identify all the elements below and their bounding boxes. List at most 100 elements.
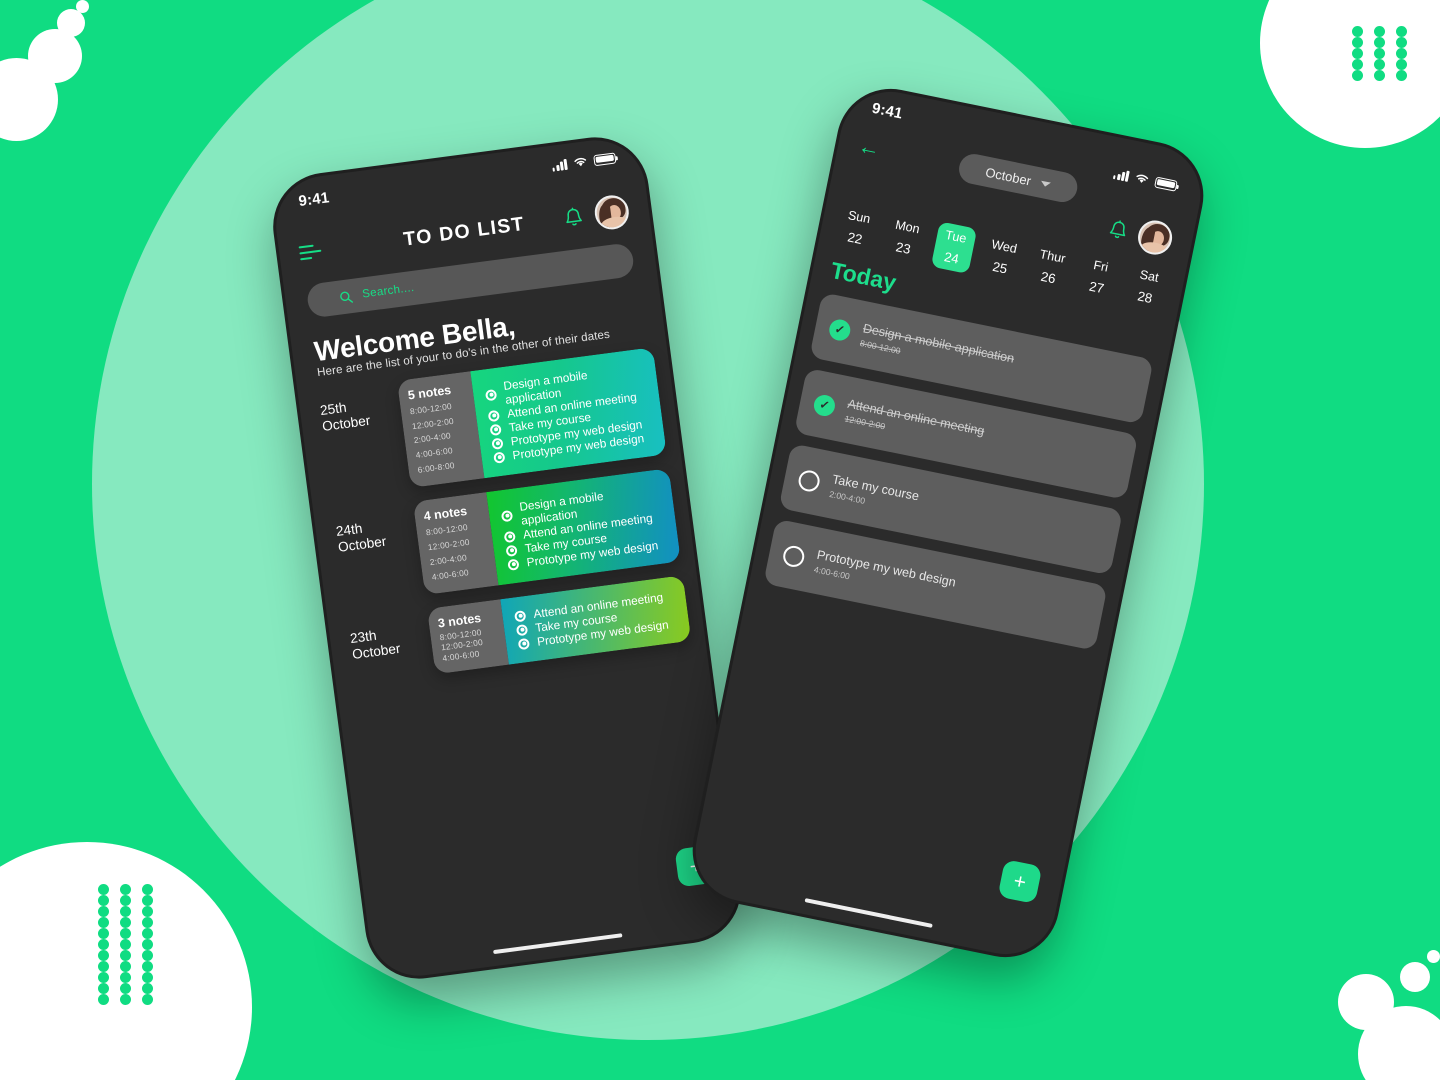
radio-icon[interactable] xyxy=(503,530,516,543)
decor-dot xyxy=(142,972,153,983)
decor-dot xyxy=(120,994,131,1005)
week-day-cell[interactable]: Thur 26 xyxy=(1027,241,1073,294)
task-info: Take my course 2:00-4:00 xyxy=(829,472,921,516)
decor-dot xyxy=(1374,37,1385,48)
bell-icon[interactable] xyxy=(1107,218,1130,242)
day-card[interactable]: 4 notes 8:00-12:00 12:00-2:00 2:00-4:00 4:00… xyxy=(412,468,681,596)
decor-dot xyxy=(1352,92,1363,103)
week-day-cell[interactable]: Sat 28 xyxy=(1124,261,1170,314)
decor-dot xyxy=(98,939,109,950)
search-icon xyxy=(340,291,353,303)
week-day-number: 23 xyxy=(894,239,912,257)
decor-dot xyxy=(142,983,153,994)
day-card-times: 5 notes 8:00-12:00 12:00-2:00 2:00-4:00 4:00… xyxy=(396,371,485,488)
decor-dot xyxy=(142,895,153,906)
decor-dot xyxy=(98,961,109,972)
decor-dot xyxy=(1352,48,1363,59)
checkbox-empty-icon[interactable] xyxy=(781,543,807,569)
day-date-label: 25th October xyxy=(312,381,403,436)
decor-dot xyxy=(98,928,109,939)
radio-icon[interactable] xyxy=(489,423,502,436)
decor-dot xyxy=(98,983,109,994)
status-time: 9:41 xyxy=(870,99,905,123)
week-day-name: Fri xyxy=(1092,258,1110,275)
decor-dot xyxy=(98,895,109,906)
week-day-cell[interactable]: Wed 25 xyxy=(979,231,1025,284)
radio-icon[interactable] xyxy=(513,609,527,622)
radio-icon[interactable] xyxy=(491,437,504,450)
radio-icon[interactable] xyxy=(507,558,520,571)
decor-dot xyxy=(120,884,131,895)
radio-icon[interactable] xyxy=(493,450,506,464)
decor-dot xyxy=(120,939,131,950)
decor-dot xyxy=(120,895,131,906)
week-day-number: 22 xyxy=(846,229,864,248)
decor-dot xyxy=(142,950,153,961)
radio-icon[interactable] xyxy=(515,623,529,636)
week-day-cell[interactable]: Tue 24 xyxy=(930,221,977,274)
decor-dot xyxy=(1352,103,1363,114)
decor-dot xyxy=(1352,114,1363,125)
week-day-number: 25 xyxy=(991,258,1009,277)
week-day-cell[interactable]: Sun 22 xyxy=(834,202,880,255)
radio-icon[interactable] xyxy=(517,637,530,650)
week-day-number: 26 xyxy=(1039,268,1057,287)
decor-dot xyxy=(98,950,109,961)
day-card-items: Design a mobile application Attend an onl… xyxy=(470,347,667,479)
status-icons xyxy=(551,151,617,172)
hamburger-icon[interactable] xyxy=(298,243,323,261)
chevron-down-icon xyxy=(1040,180,1052,188)
decor-dot xyxy=(142,994,153,1005)
search-placeholder: Search.... xyxy=(361,281,415,301)
decor-dot xyxy=(1374,125,1385,136)
radio-icon[interactable] xyxy=(500,509,514,522)
decor-dot xyxy=(120,961,131,972)
add-task-button[interactable]: + xyxy=(997,859,1043,904)
checkbox-checked-icon[interactable]: ✓ xyxy=(812,392,837,418)
decor-dot xyxy=(142,939,153,950)
decor-dot xyxy=(1374,81,1385,92)
decor-dot xyxy=(1352,59,1363,70)
week-day-number: 27 xyxy=(1087,278,1106,297)
task-info: Prototype my web design 4:00-6:00 xyxy=(813,547,957,602)
battery-icon xyxy=(593,151,617,166)
week-day-name: Sat xyxy=(1138,267,1160,285)
decor-dot xyxy=(142,917,153,928)
task-info: Attend an online meeting 12:00-2:00 xyxy=(844,396,986,450)
decor-dot xyxy=(1396,125,1407,136)
decor-dot xyxy=(1374,48,1385,59)
week-day-cell[interactable]: Mon 23 xyxy=(882,211,928,264)
wifi-icon xyxy=(574,157,587,167)
checkbox-checked-icon[interactable]: ✓ xyxy=(827,317,853,342)
radio-icon[interactable] xyxy=(484,388,498,401)
decor-dot xyxy=(98,917,109,928)
decor-dot xyxy=(1352,125,1363,136)
decor-dot xyxy=(120,917,131,928)
week-day-name: Tue xyxy=(944,227,968,246)
day-card-list: 25th October 5 notes 8:00-12:00 12:00-2:00 2:… xyxy=(296,333,705,687)
day-card-items: Design a mobile application Attend an onl… xyxy=(486,468,681,586)
decor-dot xyxy=(1352,37,1363,48)
radio-icon[interactable] xyxy=(505,544,518,557)
radio-icon[interactable] xyxy=(487,409,500,422)
week-day-number: 24 xyxy=(942,249,961,267)
checkbox-empty-icon[interactable] xyxy=(796,468,822,493)
back-arrow-icon[interactable]: ← xyxy=(856,133,883,162)
decor-dot xyxy=(1374,114,1385,125)
decor-dot xyxy=(1374,92,1385,103)
status-time: 9:41 xyxy=(297,189,331,211)
decor-dot xyxy=(1396,70,1407,81)
decor-dot xyxy=(142,884,153,895)
week-day-name: Thur xyxy=(1038,247,1067,266)
avatar[interactable] xyxy=(592,193,631,232)
decor-dot xyxy=(120,906,131,917)
week-day-cell[interactable]: Fri 27 xyxy=(1075,251,1121,304)
bell-icon[interactable] xyxy=(563,206,585,229)
decor-dot xyxy=(142,906,153,917)
decor-bubble-small-tl xyxy=(57,9,85,37)
decor-dot xyxy=(98,906,109,917)
week-day-name: Mon xyxy=(894,217,921,237)
day-card[interactable]: 5 notes 8:00-12:00 12:00-2:00 2:00-4:00 4:00… xyxy=(396,347,667,488)
phone1-app-bar-actions xyxy=(562,193,631,235)
day-card[interactable]: 3 notes 8:00-12:00 12:00-2:00 4:00-6:00 Atte… xyxy=(426,575,692,675)
